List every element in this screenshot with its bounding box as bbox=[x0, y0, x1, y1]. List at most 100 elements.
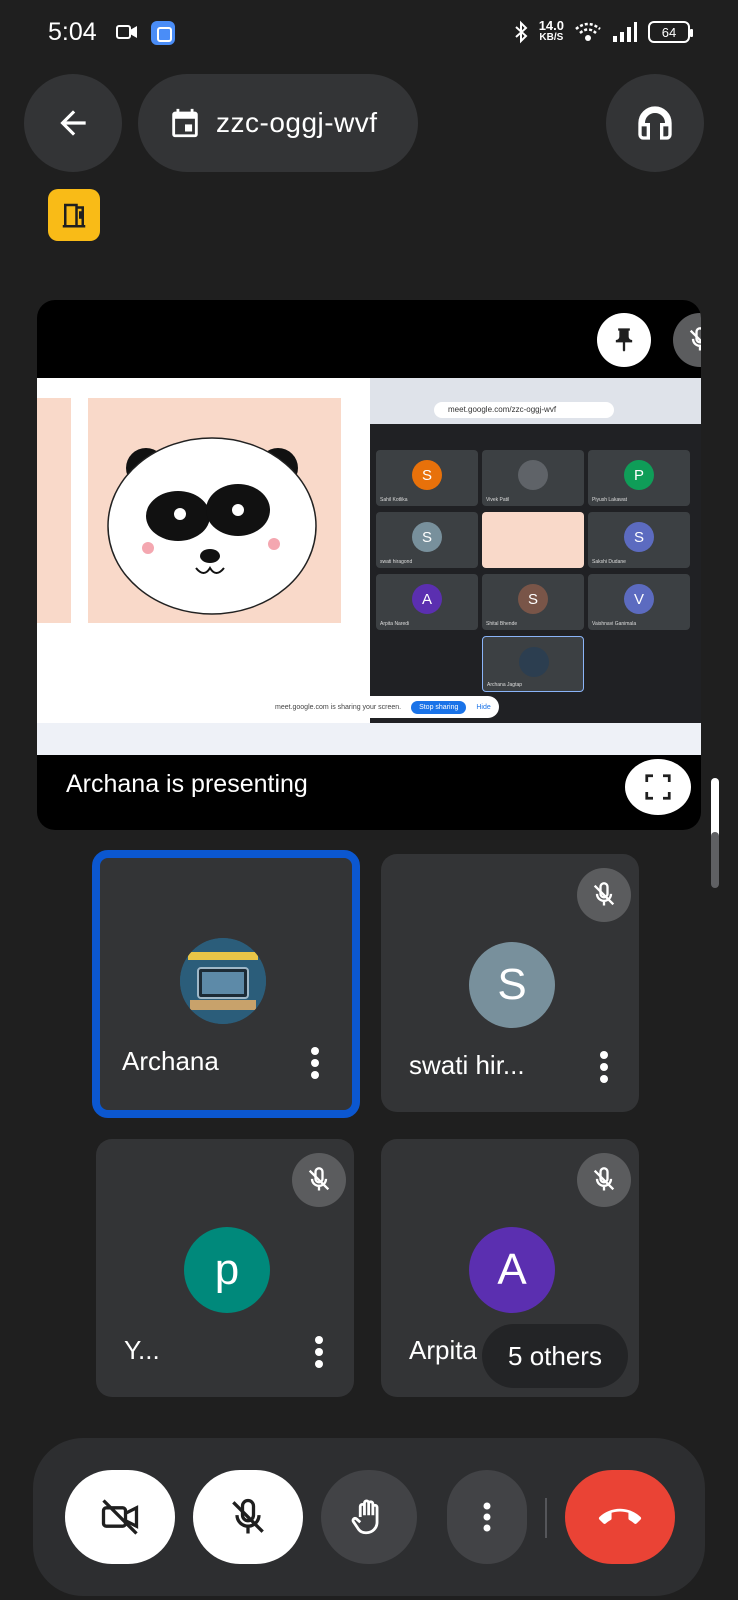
end-call-button[interactable] bbox=[565, 1470, 675, 1564]
shared-tile-name: Archana Jagtap bbox=[487, 682, 523, 688]
video-camera-icon bbox=[116, 25, 137, 39]
shared-tile-name: Vivek Patil bbox=[486, 497, 510, 503]
shared-tile: Vivek Patil bbox=[482, 450, 584, 506]
status-indicators: 14.0 KB/S 64 bbox=[513, 16, 693, 48]
shared-tile: S Shital Bhende bbox=[482, 574, 584, 630]
mic-off-icon bbox=[308, 1167, 330, 1191]
shared-tile: V Vaishnavi Ganimala bbox=[588, 574, 690, 630]
shared-screen-browser: meet.google.com/zzc-oggj-wvf S Sahil Kot… bbox=[370, 378, 701, 723]
shared-tile: A Arpita Naredi bbox=[376, 574, 478, 630]
wifi-icon bbox=[575, 22, 601, 41]
scroll-track bbox=[711, 832, 719, 888]
status-time: 5:04 bbox=[48, 18, 97, 46]
shared-tile-name: Arpita Naredi bbox=[380, 621, 410, 627]
shared-stop-sharing: Stop sharing bbox=[411, 700, 467, 714]
shared-tile-name: Shital Bhende bbox=[486, 621, 518, 627]
presenting-label: Archana is presenting bbox=[66, 770, 308, 798]
shared-tile-avatar bbox=[518, 460, 548, 490]
participant-muted-indicator bbox=[577, 1153, 631, 1207]
more-vert-icon bbox=[600, 1051, 608, 1083]
meeting-info-button[interactable]: zzc-oggj-wvf bbox=[138, 74, 418, 172]
raise-hand-button[interactable] bbox=[321, 1470, 417, 1564]
pin-icon bbox=[615, 328, 633, 352]
panda-drawing bbox=[107, 437, 317, 615]
presentation-tile[interactable]: meet.google.com/zzc-oggj-wvf S Sahil Kot… bbox=[37, 300, 701, 830]
shared-tile-avatar: V bbox=[624, 584, 654, 614]
network-speed-unit: KB/S bbox=[539, 32, 564, 43]
participant-name: Archana bbox=[122, 1046, 219, 1076]
profile-photo bbox=[180, 938, 266, 1024]
shared-screen: meet.google.com/zzc-oggj-wvf S Sahil Kot… bbox=[37, 378, 701, 755]
browser-url: meet.google.com/zzc-oggj-wvf bbox=[434, 402, 614, 418]
more-vert-icon bbox=[315, 1336, 323, 1368]
participant-muted-indicator bbox=[577, 868, 631, 922]
more-options-button[interactable] bbox=[447, 1470, 527, 1564]
arrow-back-icon bbox=[60, 110, 86, 136]
camera-toggle-button[interactable] bbox=[65, 1470, 175, 1564]
shared-tile-avatar: A bbox=[412, 584, 442, 614]
companion-mode-badge[interactable] bbox=[48, 189, 100, 241]
shared-taskbar bbox=[37, 723, 701, 755]
participant-more-button[interactable] bbox=[304, 1334, 334, 1370]
participant-name: Y... bbox=[124, 1335, 160, 1365]
shared-tile-avatar: S bbox=[412, 522, 442, 552]
shared-tile-name: Vaishnavi Ganimala bbox=[592, 621, 637, 627]
controls-divider bbox=[545, 1498, 547, 1538]
shared-tile: P Piyush Lakawat bbox=[588, 450, 690, 506]
pin-button[interactable] bbox=[597, 313, 651, 367]
signal-icon bbox=[613, 22, 637, 42]
network-speed: 14.0 KB/S bbox=[538, 18, 564, 44]
mic-off-icon bbox=[593, 882, 615, 906]
avatar: p bbox=[184, 1227, 270, 1313]
shared-screen-drawing-app bbox=[37, 378, 367, 723]
avatar: A bbox=[469, 1227, 555, 1313]
shared-tile-name: swati hiragond bbox=[380, 559, 413, 565]
shared-tile-avatar: S bbox=[518, 584, 548, 614]
back-button[interactable] bbox=[24, 74, 122, 172]
meeting-code: zzc-oggj-wvf bbox=[216, 107, 378, 138]
presenter-mic-off-indicator bbox=[673, 313, 701, 367]
battery-indicator: 64 bbox=[648, 21, 693, 43]
mic-off-icon bbox=[689, 327, 701, 351]
participant-tile-y[interactable]: p Y... bbox=[96, 1139, 354, 1397]
participant-tile-swati[interactable]: S swati hir... bbox=[381, 854, 639, 1112]
participant-more-button[interactable] bbox=[300, 1045, 330, 1081]
network-speed-value: 14.0 bbox=[538, 18, 564, 33]
sharing-notice: meet.google.com is sharing your screen. … bbox=[267, 696, 499, 718]
fullscreen-icon bbox=[645, 774, 671, 800]
participant-muted-indicator bbox=[292, 1153, 346, 1207]
shared-tile-self: Archana Jagtap bbox=[482, 636, 584, 692]
door-icon bbox=[62, 203, 86, 228]
mic-off-icon bbox=[593, 1167, 615, 1191]
sharing-notice-text: meet.google.com is sharing your screen. bbox=[275, 703, 402, 711]
call-controls-bar bbox=[33, 1438, 705, 1596]
call-end-icon bbox=[598, 1508, 642, 1524]
bluetooth-icon bbox=[515, 20, 528, 44]
shared-tile-presentation bbox=[482, 512, 584, 568]
avatar: S bbox=[469, 942, 555, 1028]
more-vert-icon bbox=[311, 1047, 319, 1079]
mic-off-icon bbox=[232, 1498, 264, 1534]
mic-toggle-button[interactable] bbox=[193, 1470, 303, 1564]
shared-tile-name: Sakshi Dudane bbox=[592, 559, 626, 565]
fullscreen-button[interactable] bbox=[625, 759, 691, 815]
videocam-off-icon bbox=[101, 1499, 139, 1535]
shared-tile-avatar: S bbox=[412, 460, 442, 490]
shared-tile-avatar: S bbox=[624, 522, 654, 552]
participant-more-button[interactable] bbox=[589, 1049, 619, 1085]
audio-output-button[interactable] bbox=[606, 74, 704, 172]
shared-tile: S Sakshi Dudane bbox=[588, 512, 690, 568]
avatar bbox=[180, 938, 266, 1024]
drawing-canvas bbox=[88, 398, 341, 623]
participant-name: Arpita bbox=[409, 1335, 477, 1365]
shared-tile: S swati hiragond bbox=[376, 512, 478, 568]
app-notification-icon bbox=[151, 21, 175, 45]
participant-name: swati hir... bbox=[409, 1050, 525, 1080]
others-button[interactable]: 5 others bbox=[482, 1324, 628, 1388]
drawing-canvas-left bbox=[37, 398, 71, 623]
participant-tile-archana[interactable]: Archana bbox=[92, 850, 360, 1118]
headphones-icon bbox=[638, 106, 672, 140]
shared-tile-avatar: P bbox=[624, 460, 654, 490]
calendar-icon bbox=[172, 108, 198, 138]
shared-tile-name: Piyush Lakawat bbox=[592, 497, 628, 503]
